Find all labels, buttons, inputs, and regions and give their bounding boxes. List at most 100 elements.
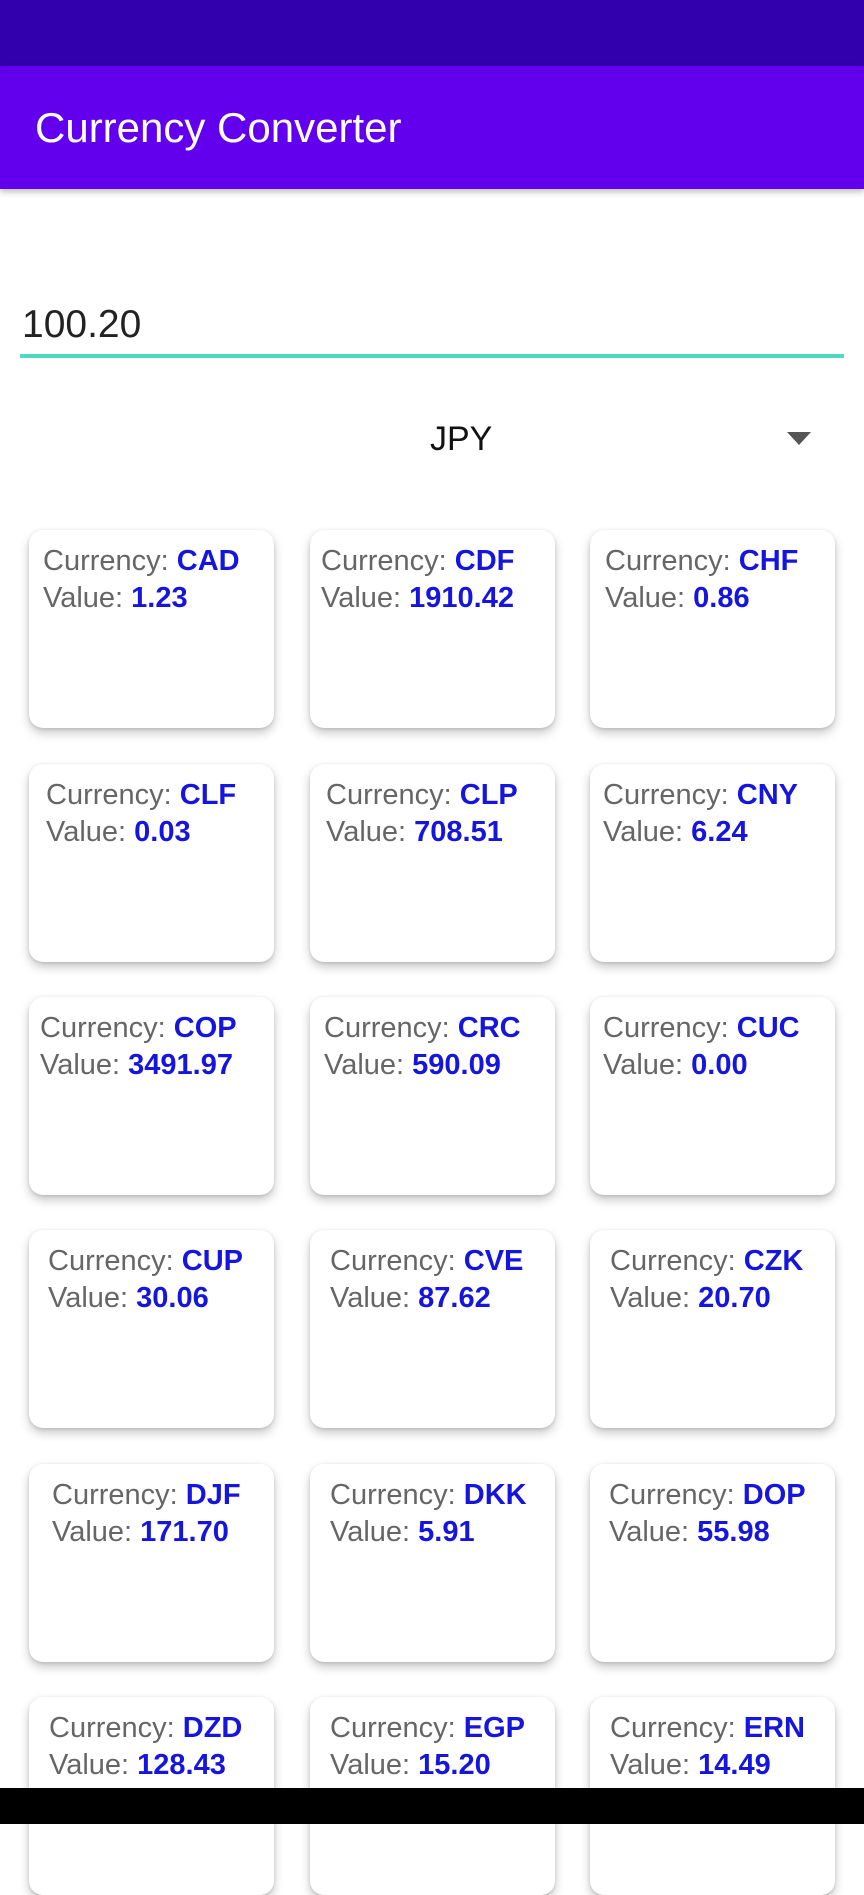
currency-card[interactable]: Currency: CNY Value: 6.24	[590, 764, 835, 962]
currency-card[interactable]: Currency: CLP Value: 708.51	[310, 764, 555, 962]
converted-value: 5.91	[418, 1516, 475, 1548]
currency-code: EGP	[463, 1712, 526, 1744]
value-label: Value:	[330, 1516, 419, 1548]
currency-card[interactable]: Currency: CZK Value: 20.70	[590, 1230, 835, 1428]
currency-label: Currency:	[48, 1245, 182, 1277]
currency-line: Currency: CAD	[43, 543, 240, 580]
converted-value: 30.06	[136, 1282, 209, 1314]
value-label: Value:	[326, 816, 415, 848]
currency-code: COP	[173, 1012, 237, 1044]
currency-card[interactable]: Currency: CUC Value: 0.00	[590, 997, 835, 1195]
currency-line: Currency: DKK	[330, 1477, 527, 1514]
currency-code: CUP	[181, 1245, 243, 1277]
value-line: Value: 0.86	[605, 580, 750, 617]
currency-label: Currency:	[324, 1012, 458, 1044]
currency-card[interactable]: Currency: CDF Value: 1910.42	[310, 530, 555, 728]
currency-card[interactable]: Currency: CRC Value: 590.09	[310, 997, 555, 1195]
currency-line: Currency: CNY	[603, 777, 798, 814]
app-bar: Currency Converter	[0, 66, 864, 189]
value-line: Value: 14.49	[610, 1747, 771, 1784]
selected-currency: JPY	[430, 420, 493, 458]
value-label: Value:	[321, 582, 410, 614]
currency-code: CZK	[743, 1245, 804, 1277]
converted-value: 15.20	[418, 1749, 491, 1781]
value-label: Value:	[48, 1282, 137, 1314]
currency-label: Currency:	[49, 1712, 183, 1744]
currency-code: CRC	[457, 1012, 521, 1044]
currency-label: Currency:	[326, 779, 460, 811]
amount-input[interactable]	[20, 296, 844, 358]
dropdown-arrow-icon[interactable]	[787, 432, 811, 445]
currency-card[interactable]: Currency: CLF Value: 0.03	[29, 764, 274, 962]
currency-label: Currency:	[330, 1245, 464, 1277]
currency-card[interactable]: Currency: CUP Value: 30.06	[29, 1230, 274, 1428]
currency-label: Currency:	[609, 1479, 743, 1511]
value-line: Value: 171.70	[52, 1514, 229, 1551]
currency-code: DKK	[463, 1479, 527, 1511]
currency-line: Currency: DOP	[609, 1477, 806, 1514]
currency-line: Currency: DJF	[52, 1477, 241, 1514]
converted-value: 14.49	[698, 1749, 771, 1781]
currency-line: Currency: DZD	[49, 1710, 242, 1747]
currency-code: CLP	[459, 779, 518, 811]
currency-code: DOP	[742, 1479, 806, 1511]
currency-label: Currency:	[52, 1479, 186, 1511]
rates-grid: Currency: CAD Value: 1.23 Currency: CDF Val…	[0, 0, 864, 1895]
currency-code: CNY	[736, 779, 798, 811]
converted-value: 1.23	[131, 582, 188, 614]
currency-line: Currency: CLP	[326, 777, 518, 814]
value-label: Value:	[324, 1049, 413, 1081]
currency-card[interactable]: Currency: DJF Value: 171.70	[29, 1464, 274, 1662]
value-label: Value:	[610, 1282, 699, 1314]
currency-label: Currency:	[610, 1245, 744, 1277]
value-label: Value:	[43, 582, 132, 614]
currency-code: CDF	[454, 545, 515, 577]
value-line: Value: 15.20	[330, 1747, 491, 1784]
value-label: Value:	[605, 582, 694, 614]
value-label: Value:	[40, 1049, 129, 1081]
app-title: Currency Converter	[35, 104, 402, 151]
currency-code: CVE	[463, 1245, 524, 1277]
currency-line: Currency: CZK	[610, 1243, 803, 1280]
converted-value: 128.43	[137, 1749, 226, 1781]
converted-value: 590.09	[412, 1049, 501, 1081]
value-line: Value: 20.70	[610, 1280, 771, 1317]
converted-value: 0.00	[691, 1049, 748, 1081]
converted-value: 87.62	[418, 1282, 491, 1314]
value-line: Value: 55.98	[609, 1514, 770, 1551]
value-line: Value: 1910.42	[321, 580, 514, 617]
currency-line: Currency: CLF	[46, 777, 236, 814]
base-currency-dropdown[interactable]: JPY	[20, 400, 844, 478]
currency-code: CLF	[179, 779, 237, 811]
currency-label: Currency:	[321, 545, 455, 577]
value-line: Value: 0.00	[603, 1047, 748, 1084]
value-line: Value: 1.23	[43, 580, 188, 617]
currency-card[interactable]: Currency: COP Value: 3491.97	[29, 997, 274, 1195]
currency-label: Currency:	[605, 545, 739, 577]
currency-card[interactable]: Currency: DKK Value: 5.91	[310, 1464, 555, 1662]
currency-label: Currency:	[330, 1712, 464, 1744]
value-label: Value:	[49, 1749, 138, 1781]
value-label: Value:	[603, 1049, 692, 1081]
currency-card[interactable]: Currency: CAD Value: 1.23	[29, 530, 274, 728]
converted-value: 0.03	[134, 816, 191, 848]
currency-code: CUC	[736, 1012, 800, 1044]
currency-card[interactable]: Currency: CHF Value: 0.86	[590, 530, 835, 728]
value-line: Value: 5.91	[330, 1514, 475, 1551]
value-label: Value:	[330, 1282, 419, 1314]
currency-label: Currency:	[603, 779, 737, 811]
currency-code: ERN	[743, 1712, 805, 1744]
currency-card[interactable]: Currency: CVE Value: 87.62	[310, 1230, 555, 1428]
converted-value: 1910.42	[409, 582, 514, 614]
converted-value: 3491.97	[128, 1049, 233, 1081]
value-line: Value: 6.24	[603, 814, 748, 851]
value-line: Value: 30.06	[48, 1280, 209, 1317]
converted-value: 55.98	[697, 1516, 770, 1548]
currency-card[interactable]: Currency: DOP Value: 55.98	[590, 1464, 835, 1662]
currency-label: Currency:	[603, 1012, 737, 1044]
value-label: Value:	[46, 816, 135, 848]
currency-label: Currency:	[43, 545, 177, 577]
currency-code: DZD	[182, 1712, 243, 1744]
status-bar	[0, 0, 864, 66]
currency-code: CAD	[176, 545, 240, 577]
